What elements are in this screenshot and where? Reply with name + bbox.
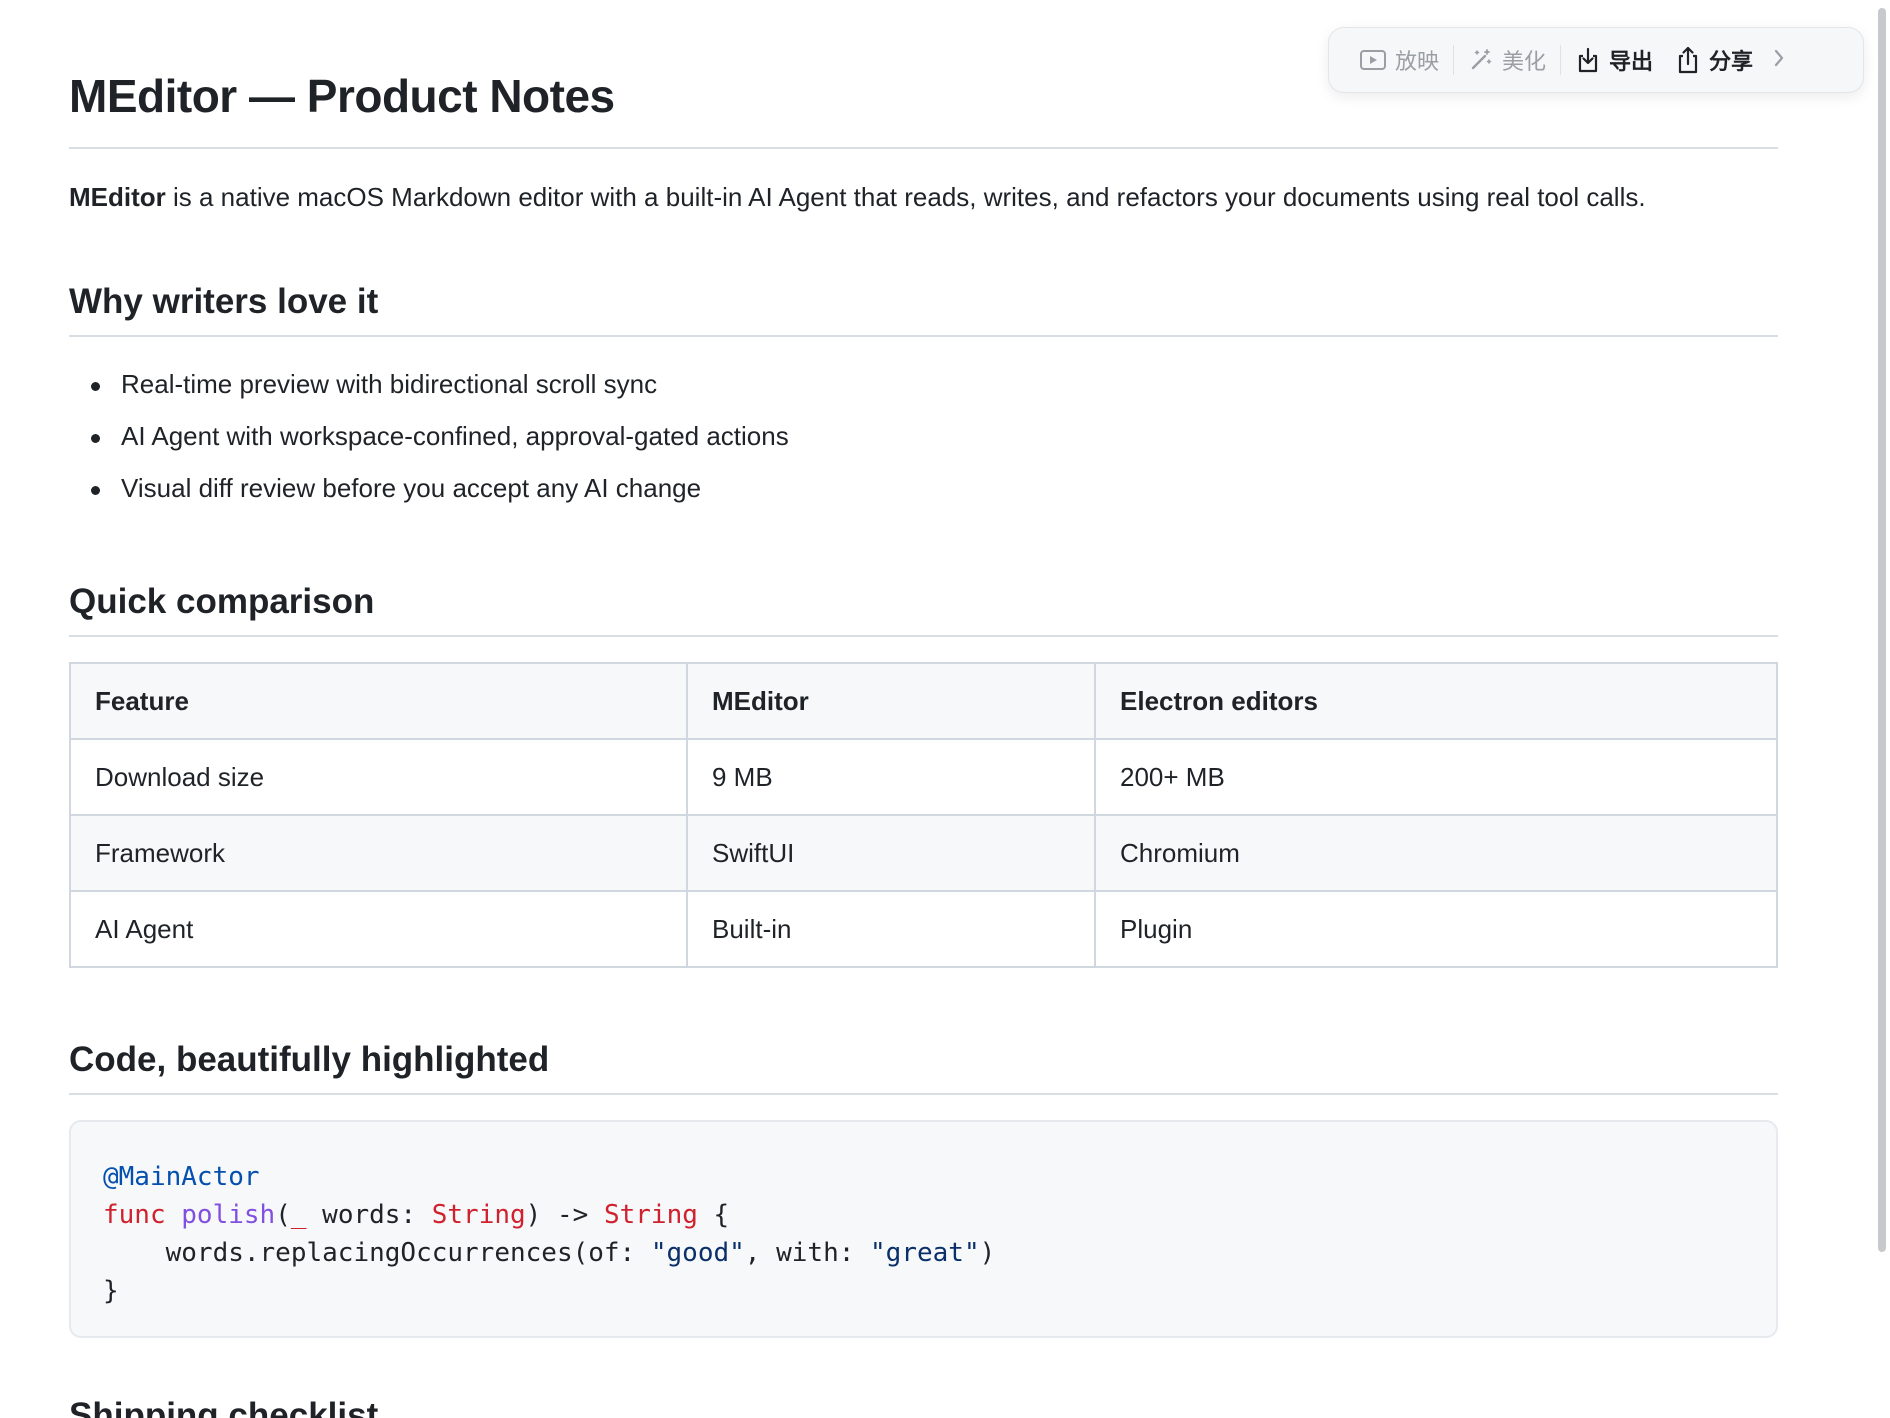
list-item: Visual diff review before you accept any… [69, 466, 789, 518]
code-string: "great" [870, 1238, 980, 1268]
code-text: , with: [744, 1238, 871, 1268]
feature-list: Real-time preview with bidirectional scr… [69, 362, 789, 518]
code-block[interactable]: @MainActor func polish(_ words: String) … [69, 1120, 1778, 1338]
table-row: Download size 9 MB 200+ MB [69, 738, 1778, 816]
intro-paragraph: MEditor is a native macOS Markdown edito… [69, 180, 1646, 214]
table-cell: Download size [69, 738, 688, 816]
present-label: 放映 [1395, 49, 1440, 74]
section-heading-checklist: Shipping checklist [69, 1396, 379, 1418]
beautify-label: 美化 [1502, 49, 1547, 74]
intro-product-name: MEditor [69, 182, 166, 212]
section-heading-comparison: Quick comparison [69, 582, 375, 621]
code-underscore: _ [290, 1200, 307, 1230]
vertical-scrollbar[interactable] [1872, 0, 1890, 1418]
share-label: 分享 [1709, 49, 1754, 74]
section-divider [69, 1093, 1778, 1095]
table-row: AI Agent Built-in Plugin [69, 890, 1778, 968]
table-cell: Built-in [686, 890, 1096, 968]
code-text: ) [979, 1238, 996, 1268]
table-cell: Plugin [1094, 890, 1778, 968]
table-cell: 200+ MB [1094, 738, 1778, 816]
chevron-right-icon [1771, 46, 1787, 75]
scrollbar-thumb[interactable] [1878, 8, 1886, 1252]
page-title: MEditor — Product Notes [69, 70, 615, 122]
table-cell: 9 MB [686, 738, 1096, 816]
list-item: AI Agent with workspace-confined, approv… [69, 414, 789, 466]
code-punct: words: [306, 1200, 432, 1230]
code-string: "good" [650, 1238, 745, 1268]
column-header: Feature [69, 662, 688, 740]
title-divider [69, 147, 1778, 149]
code-punct: ) -> [525, 1200, 604, 1230]
intro-text: is a native macOS Markdown editor with a… [165, 182, 1646, 212]
code-keyword: func [103, 1200, 166, 1230]
export-button[interactable]: 导出 [1575, 40, 1653, 80]
code-text: } [103, 1276, 119, 1306]
export-icon [1575, 46, 1601, 74]
section-divider [69, 635, 1778, 637]
magic-wand-icon [1468, 47, 1494, 73]
markdown-preview-page: 放映 美化 导出 分享 MEditor — Product Notes MEdi… [0, 0, 1890, 1418]
share-icon [1675, 45, 1701, 75]
column-header: Electron editors [1094, 662, 1778, 740]
table-header-row: Feature MEditor Electron editors [69, 662, 1778, 740]
table-cell: Chromium [1094, 814, 1778, 892]
list-item: Real-time preview with bidirectional scr… [69, 362, 789, 414]
code-type: String [431, 1200, 526, 1230]
code-punct: ( [275, 1200, 291, 1230]
table-cell: Framework [69, 814, 688, 892]
code-type: String [603, 1200, 698, 1230]
share-button[interactable]: 分享 [1675, 40, 1753, 80]
present-button[interactable]: 放映 [1359, 40, 1439, 80]
table-cell: AI Agent [69, 890, 688, 968]
table-row: Framework SwiftUI Chromium [69, 814, 1778, 892]
section-heading-why: Why writers love it [69, 282, 379, 321]
comparison-table: Feature MEditor Electron editors Downloa… [69, 662, 1778, 968]
toolbar-more-button[interactable] [1771, 46, 1787, 75]
code-text: words.replacingOccurrences(of: [103, 1238, 651, 1268]
code-attribute: @MainActor [103, 1162, 260, 1192]
section-heading-code: Code, beautifully highlighted [69, 1040, 550, 1079]
toolbar-divider [1453, 45, 1455, 75]
floating-toolbar: 放映 美化 导出 分享 [1328, 27, 1864, 93]
toolbar-divider [1560, 45, 1562, 75]
code-function-name: polish [181, 1200, 276, 1230]
export-label: 导出 [1609, 49, 1654, 74]
beautify-button[interactable]: 美化 [1468, 40, 1546, 80]
column-header: MEditor [686, 662, 1096, 740]
section-divider [69, 335, 1778, 337]
play-icon [1359, 48, 1387, 72]
table-cell: SwiftUI [686, 814, 1096, 892]
code-punct: { [697, 1200, 730, 1230]
